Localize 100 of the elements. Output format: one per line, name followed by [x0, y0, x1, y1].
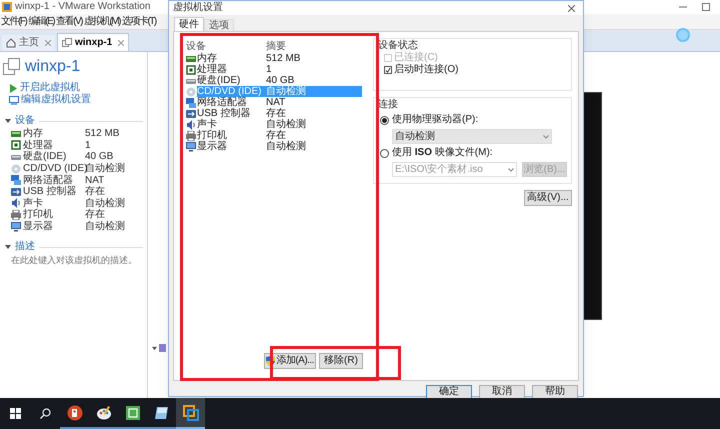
close-icon[interactable] [118, 40, 124, 46]
tab[interactable]: 硬件 [174, 17, 204, 31]
device-row[interactable]: 显示器 自动检测 [197, 141, 362, 152]
device-value: NAT [85, 174, 104, 186]
menu-item[interactable]: 虚拟机(M) [84, 16, 120, 28]
presentation-app-icon [66, 404, 82, 420]
remove-button[interactable]: 移除(R) [319, 353, 363, 369]
chevron-down-icon [543, 134, 549, 138]
dialog-button[interactable]: 帮助 [532, 385, 578, 399]
device-value: 40 GB [85, 151, 114, 162]
tab[interactable]: 主页 [2, 35, 55, 51]
device-name[interactable]: 打印机 [23, 209, 53, 220]
action-link[interactable]: 编辑虚拟机设置 [21, 94, 91, 106]
search-icon[interactable] [40, 408, 50, 419]
chip-icon [186, 64, 196, 74]
memory-icon [186, 54, 196, 64]
device-row[interactable]: 打印机 存在 [197, 130, 362, 141]
window-app-icon [154, 404, 170, 420]
monitor-icon [11, 222, 21, 232]
chip-icon [11, 140, 21, 150]
device-name[interactable]: 声卡 [23, 198, 43, 209]
group-title: 连接 [378, 99, 399, 111]
device-row[interactable]: 硬盘(IDE) 40 GB [197, 75, 362, 86]
device-value: 存在 [85, 186, 105, 198]
checkmark-icon [385, 66, 391, 74]
maximize-icon[interactable] [702, 3, 710, 11]
checkbox-label: 启动时连接(O) [394, 64, 458, 76]
device-row[interactable]: 内存 512 MB [197, 53, 362, 64]
usb-icon [186, 108, 196, 118]
radio-button[interactable] [380, 148, 389, 158]
tab[interactable]: 选项 [204, 19, 234, 31]
shield-icon [266, 356, 276, 366]
speaker-icon [11, 198, 21, 208]
network-icon [186, 98, 196, 108]
settings-icon [9, 95, 19, 105]
menu-item[interactable]: 编辑(E) [28, 16, 54, 28]
device-name[interactable]: 硬盘(IDE) [23, 151, 66, 162]
device-value: 自动检测 [85, 198, 125, 209]
window-title: winxp-1 - VMware Workstation [15, 1, 150, 13]
play-icon [9, 84, 18, 92]
radio-label: 使用物理驱动器(P): [392, 114, 478, 126]
collapse-icon[interactable] [5, 244, 11, 250]
column-header: 设备 [186, 42, 207, 52]
notification-badge-icon [676, 28, 690, 42]
network-icon [11, 175, 21, 186]
device-row[interactable]: 声卡 自动检测 [197, 119, 362, 130]
close-icon[interactable] [568, 4, 575, 12]
description-field[interactable]: 在此处键入对该虚拟机的描述。 [11, 254, 143, 266]
vm-icon [62, 38, 72, 48]
printer-icon [11, 210, 21, 220]
device-value: 自动检测 [85, 163, 125, 174]
monitor-icon [186, 142, 196, 152]
chevron-down-icon [508, 168, 514, 172]
device-value: 512 MB [85, 128, 120, 140]
radio-button[interactable] [380, 116, 389, 124]
device-name[interactable]: 处理器 [23, 140, 53, 151]
collapse-icon[interactable] [5, 118, 11, 124]
device-value: 自动检测 [85, 221, 125, 232]
square-app-icon [124, 404, 140, 420]
section-title: 设备 [15, 115, 35, 127]
dialog-title: 虚拟机设置 [173, 2, 223, 14]
device-name[interactable]: 内存 [23, 128, 43, 140]
menu-item[interactable]: 选项卡(T) [122, 16, 156, 28]
section-title: 描述 [15, 241, 35, 254]
group-title: 设备状态 [378, 40, 419, 52]
device-name[interactable]: 显示器 [23, 221, 53, 232]
device-name[interactable]: 网络适配器 [23, 174, 73, 186]
tab[interactable]: winxp-1 [57, 33, 130, 51]
windows-icon[interactable] [10, 408, 20, 419]
usb-icon [11, 186, 21, 197]
palette-icon [96, 404, 112, 420]
device-row[interactable]: USB 控制器 存在 [197, 108, 362, 119]
device-row[interactable]: 网络适配器 NAT [197, 97, 362, 108]
printer-icon [186, 130, 196, 140]
device-name[interactable]: CD/DVD (IDE) [23, 163, 88, 174]
checkbox-label: 已连接(C) [394, 52, 438, 64]
dialog-button[interactable]: 确定 [426, 385, 472, 399]
action-link[interactable]: 开启此虚拟机 [20, 82, 80, 94]
menu-item[interactable]: 查看(V) [56, 16, 82, 28]
radio-label: 使用 ISO 映像文件(M): [392, 147, 493, 159]
home-icon [6, 38, 16, 48]
checkbox[interactable] [384, 66, 392, 74]
device-value: 存在 [85, 209, 105, 220]
device-value: 1 [85, 140, 91, 151]
speaker-icon [186, 120, 196, 130]
menu-item[interactable]: 文件(F) [1, 16, 26, 28]
column-header: 摘要 [266, 42, 286, 52]
device-name[interactable]: USB 控制器 [23, 186, 76, 198]
memory-icon [11, 128, 21, 139]
vmware-app-icon [182, 404, 198, 420]
advanced-button[interactable]: 高级(V)... [524, 190, 572, 206]
app-icon [2, 2, 12, 12]
disc-icon [186, 86, 196, 96]
device-row[interactable]: 处理器 1 [197, 64, 362, 75]
dialog-button[interactable]: 取消 [479, 385, 525, 399]
vm-icon [3, 58, 21, 76]
collapse-icon[interactable] [152, 346, 157, 350]
vm-name: winxp-1 [25, 58, 80, 76]
add-button[interactable]: 添加(A)... [264, 353, 316, 369]
dropdown[interactable]: 自动检测 [392, 129, 552, 144]
